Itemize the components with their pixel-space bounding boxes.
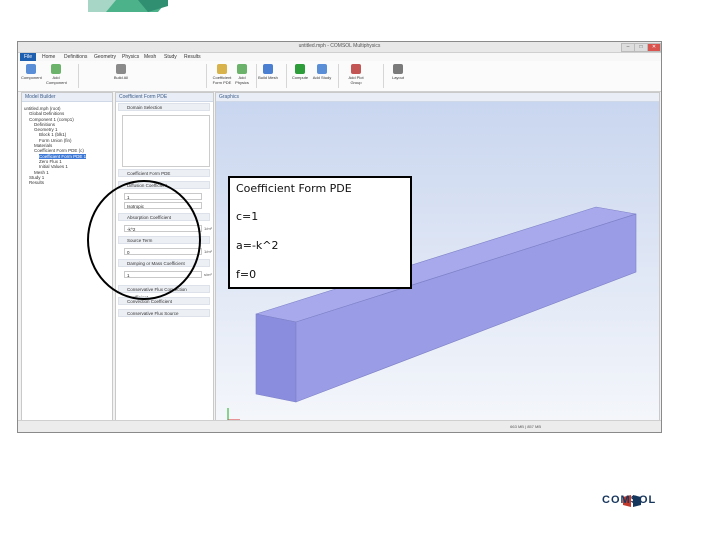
- tab-definitions[interactable]: Definitions: [64, 53, 87, 61]
- add-physics-button[interactable]: Add Physics: [234, 64, 250, 86]
- section-domain-selection[interactable]: Domain Selection: [118, 103, 210, 111]
- build-mesh-button[interactable]: Build Mesh: [258, 64, 278, 86]
- highlight-circle: [87, 180, 201, 300]
- build-all-button[interactable]: Build All: [113, 64, 129, 86]
- ribbon-toolbar: Component Add Component Build All Coeffi…: [18, 61, 661, 92]
- maximize-button[interactable]: □: [634, 43, 648, 52]
- tree-item-results[interactable]: Results: [24, 180, 86, 185]
- tab-mesh[interactable]: Mesh: [144, 53, 156, 61]
- ribbon-separator: [286, 64, 287, 88]
- header-decoration: [88, 0, 168, 12]
- ribbon-separator: [206, 64, 207, 88]
- graphics-header: Graphics: [216, 93, 659, 102]
- source-unit: 1/m²: [204, 249, 212, 254]
- annotation-title: Coefficient Form PDE: [236, 182, 352, 195]
- layout-button[interactable]: Layout: [390, 64, 406, 86]
- compute-icon: [295, 64, 305, 74]
- annotation-f: f=0: [236, 268, 257, 281]
- component-button[interactable]: Component: [21, 64, 42, 86]
- layout-icon: [393, 64, 403, 74]
- plot-icon: [351, 64, 361, 74]
- pde-button[interactable]: Coefficient Form PDE: [213, 64, 231, 86]
- annotation-c: c=1: [236, 210, 259, 223]
- ribbon-separator: [78, 64, 79, 88]
- absorption-unit: 1/m²: [204, 226, 212, 231]
- beam-front-face: [255, 313, 297, 403]
- add-component-button[interactable]: Add Component: [46, 64, 67, 86]
- add-study-button[interactable]: Add Study: [313, 64, 331, 86]
- add-study-icon: [317, 64, 327, 74]
- title-bar: untitled.mph - COMSOL Multiphysics – □ ✕: [18, 42, 661, 53]
- tab-home[interactable]: Home: [42, 53, 55, 61]
- tree-item-pde[interactable]: Coefficient Form PDE (c): [24, 148, 86, 153]
- model-tree: untitled.mph (root) Global Definitions C…: [24, 106, 87, 185]
- menu-bar: File Home Definitions Geometry Physics M…: [18, 53, 661, 61]
- domain-list[interactable]: [122, 115, 210, 167]
- annotation-a: a=-k^2: [236, 239, 279, 252]
- section-conservative-flux-source[interactable]: Conservative Flux Source: [118, 309, 210, 317]
- section-label[interactable]: Coefficient Form PDE: [118, 169, 210, 177]
- compute-button[interactable]: Compute: [292, 64, 308, 86]
- close-button[interactable]: ✕: [647, 43, 661, 52]
- build-all-icon: [116, 64, 126, 74]
- model-builder-header: Model Builder: [22, 93, 112, 102]
- memory-status: 663 MB | 857 MB: [510, 424, 541, 429]
- pde-annotation-box: Coefficient Form PDE c=1 a=-k^2 f=0: [228, 176, 412, 289]
- add-physics-icon: [237, 64, 247, 74]
- file-tab[interactable]: File: [20, 53, 36, 61]
- damping-unit: s/m²: [204, 272, 212, 277]
- pde-icon: [217, 64, 227, 74]
- tab-physics[interactable]: Physics: [122, 53, 139, 61]
- component-icon: [26, 64, 36, 74]
- comsol-logo-text: COMSOL: [602, 494, 657, 506]
- window-title: untitled.mph - COMSOL Multiphysics: [298, 43, 381, 49]
- mesh-icon: [263, 64, 273, 74]
- status-bar: 663 MB | 857 MB: [18, 420, 661, 432]
- ribbon-separator: [256, 64, 257, 88]
- tree-item-pde-1[interactable]: Coefficient Form PDE 1: [39, 153, 87, 159]
- tab-geometry[interactable]: Geometry: [94, 53, 116, 61]
- add-plot-group-button[interactable]: Add Plot Group: [348, 64, 364, 86]
- add-component-icon: [51, 64, 61, 74]
- settings-header: Coefficient Form PDE: [116, 93, 213, 102]
- minimize-button[interactable]: –: [621, 43, 635, 52]
- ribbon-separator: [383, 64, 384, 88]
- tab-results[interactable]: Results: [184, 53, 201, 61]
- tab-study[interactable]: Study: [164, 53, 177, 61]
- ribbon-separator: [338, 64, 339, 88]
